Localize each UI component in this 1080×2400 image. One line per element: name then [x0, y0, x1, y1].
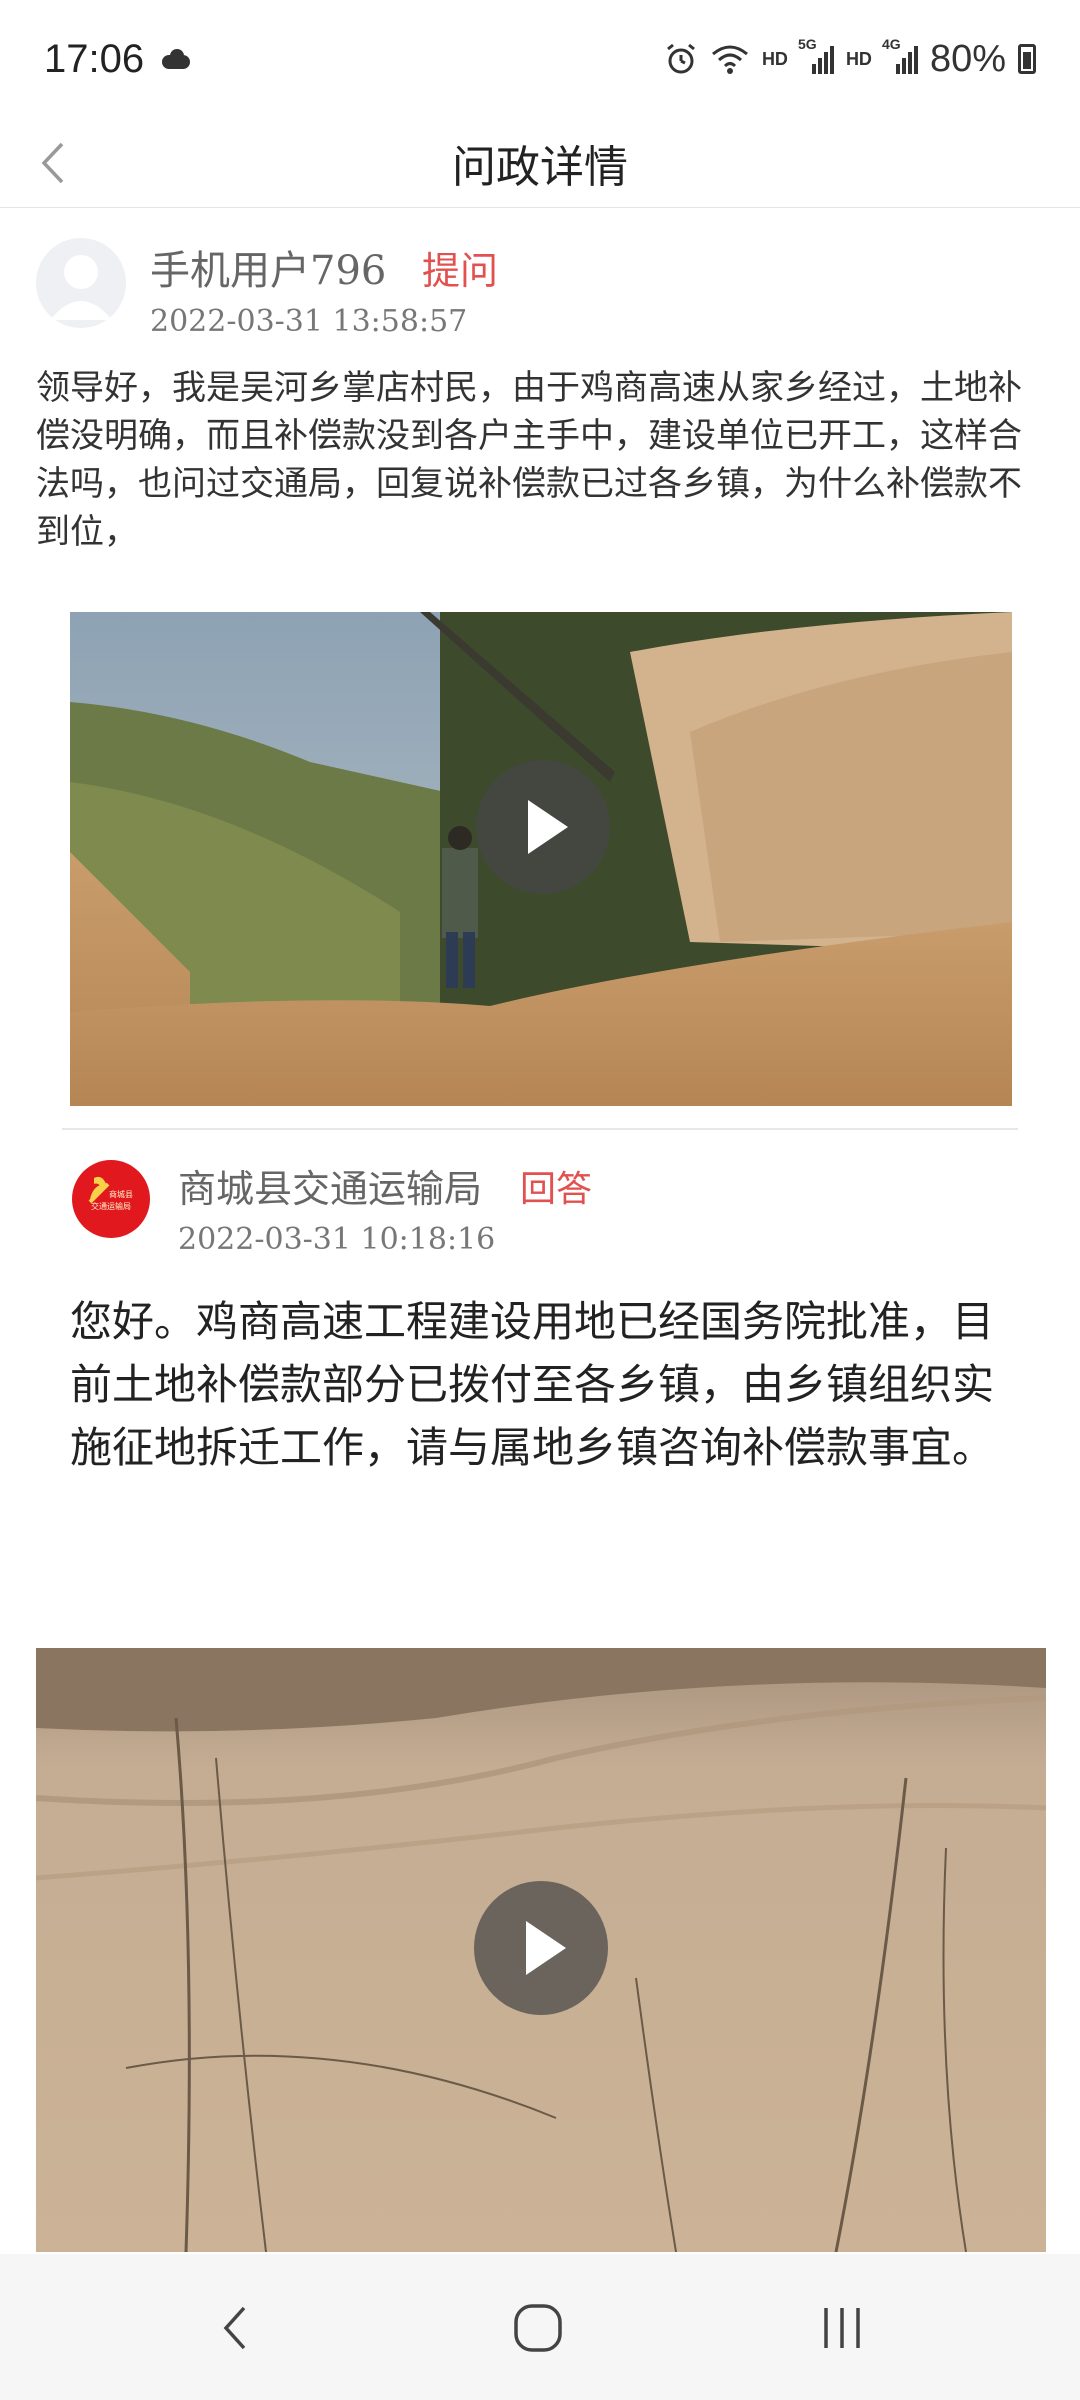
status-icons: HD 5G HD 4G 80%	[664, 36, 1036, 81]
play-button[interactable]	[474, 1881, 608, 2015]
hd-label: HD	[761, 48, 788, 69]
nav-back-icon	[223, 2306, 246, 2350]
answer-time: 2022-03-31 10:18:16	[178, 1222, 496, 1257]
signal-5g: 5G	[798, 36, 834, 76]
user-icon	[50, 255, 112, 320]
status-time: 17:06	[44, 36, 145, 81]
wifi-icon	[711, 45, 748, 74]
page-title: 问政详情	[452, 141, 628, 193]
system-nav-bar	[0, 2254, 1080, 2400]
nav-home-button[interactable]	[508, 2298, 568, 2358]
asker-name: 手机用户796	[150, 248, 387, 294]
divider	[62, 1128, 1018, 1130]
alarm-icon	[667, 43, 695, 74]
nav-back-button[interactable]	[206, 2298, 266, 2358]
answer-text: 您好。鸡商高速工程建设用地已经国务院批准，目前土地补偿款部分已拨付至各乡镇，由乡…	[70, 1297, 995, 1472]
signal-4g: 4G	[882, 36, 918, 76]
back-button[interactable]	[30, 138, 80, 188]
answer-tag: 回答	[520, 1169, 593, 1210]
chevron-left-icon	[41, 142, 64, 184]
question-header: 手机用户796 提问 2022-03-31 13:58:57	[36, 232, 1046, 342]
question-time: 2022-03-31 13:58:57	[150, 304, 468, 339]
question-text: 领导好，我是吴河乡掌店村民，由于鸡商高速从家乡经过，土地补偿没明确，而且补偿款没…	[36, 368, 1022, 552]
battery-percent: 80%	[929, 37, 1006, 80]
signal-icon	[895, 46, 918, 74]
avatar[interactable]	[36, 238, 126, 328]
nav-home-icon	[514, 2304, 562, 2352]
battery-icon	[1018, 44, 1036, 74]
answer-video[interactable]	[36, 1648, 1046, 2252]
hd-label-2: HD	[845, 48, 872, 69]
cloud-icon	[158, 49, 192, 69]
answer-org-name: 商城县交通运输局	[178, 1167, 483, 1211]
signal-icon	[811, 46, 834, 74]
question-video[interactable]	[70, 612, 1012, 1106]
logo-text-line1: 商城县	[109, 1190, 133, 1199]
top-bar: 问政详情	[0, 118, 1080, 208]
play-button[interactable]	[476, 760, 610, 894]
logo-text-line2: 交通运输局	[91, 1202, 131, 1211]
org-logo[interactable]: 商城县 交通运输局	[72, 1160, 150, 1238]
nav-recents-button[interactable]	[812, 2298, 872, 2358]
question-tag: 提问	[422, 249, 499, 293]
nav-recents-icon	[824, 2308, 860, 2348]
status-bar: 17:06 HD 5G HD 4G 80%	[0, 0, 1080, 118]
